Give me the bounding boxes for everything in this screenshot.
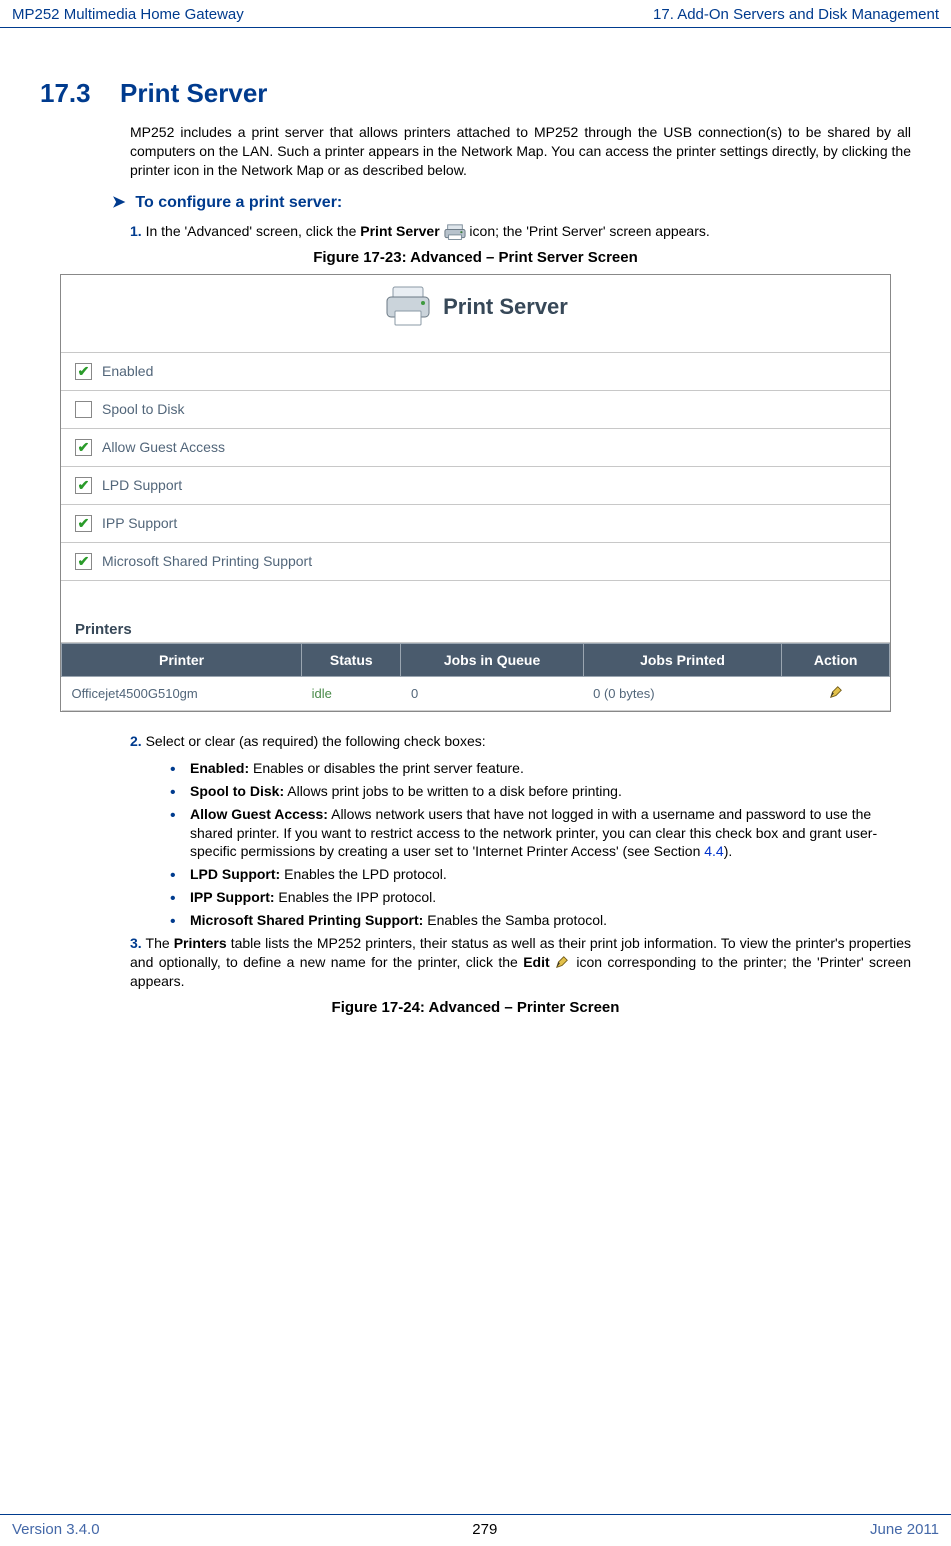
bullet-bold: Enabled:	[190, 760, 249, 776]
bullet-bold: IPP Support:	[190, 889, 275, 905]
procedure-heading: ➤To configure a print server:	[130, 192, 911, 212]
section-link[interactable]: 4.4	[704, 843, 723, 859]
section-title-text: Print Server	[120, 78, 267, 108]
chapter-title: 17. Add-On Servers and Disk Management	[653, 6, 939, 23]
step-1-text-after: icon; the 'Print Server' screen appears.	[469, 223, 709, 239]
step-number: 1.	[130, 223, 142, 239]
figure-caption-24: Figure 17-24: Advanced – Printer Screen	[40, 999, 911, 1016]
cell-status: idle	[302, 676, 401, 710]
intro-paragraph: MP252 includes a print server that allow…	[130, 123, 911, 180]
option-label: Spool to Disk	[102, 401, 184, 417]
cell-action	[782, 676, 890, 710]
printers-table: Printer Status Jobs in Queue Jobs Printe…	[61, 643, 890, 711]
step-3: 3. The Printers table lists the MP252 pr…	[130, 934, 911, 991]
panel-title: Print Server	[443, 294, 568, 320]
step-1-text-before: In the 'Advanced' screen, click the	[146, 223, 361, 239]
procedure-heading-text: To configure a print server:	[135, 194, 342, 211]
step-2-text: Select or clear (as required) the follow…	[146, 733, 486, 749]
option-lpd-support[interactable]: LPD Support	[61, 466, 890, 504]
option-ms-shared-printing[interactable]: Microsoft Shared Printing Support	[61, 542, 890, 581]
checkbox-guest[interactable]	[75, 439, 92, 456]
col-status: Status	[302, 643, 401, 676]
bullet-text: Enables or disables the print server fea…	[249, 760, 524, 776]
table-header-row: Printer Status Jobs in Queue Jobs Printe…	[62, 643, 890, 676]
page-header: MP252 Multimedia Home Gateway 17. Add-On…	[0, 0, 951, 28]
option-allow-guest-access[interactable]: Allow Guest Access	[61, 428, 890, 466]
figure-caption-23: Figure 17-23: Advanced – Print Server Sc…	[40, 249, 911, 266]
list-item: LPD Support: Enables the LPD protocol.	[170, 865, 911, 884]
option-spool-to-disk[interactable]: Spool to Disk	[61, 390, 890, 428]
printers-section-label: Printers	[61, 581, 890, 643]
edit-pencil-icon	[555, 955, 571, 971]
edit-icon[interactable]	[829, 687, 843, 702]
step-3-bold-1: Printers	[174, 935, 227, 951]
checkbox-spool[interactable]	[75, 401, 92, 418]
step-3-bold-2: Edit	[523, 954, 549, 970]
cell-jobs-in-queue: 0	[401, 676, 583, 710]
checkbox-msprint[interactable]	[75, 553, 92, 570]
print-server-icon	[444, 223, 466, 241]
bullet-tail: ).	[724, 843, 733, 859]
section-number: 17.3	[40, 78, 120, 109]
checkbox-enabled[interactable]	[75, 363, 92, 380]
bullet-bold: LPD Support:	[190, 866, 280, 882]
bullet-text: Allows print jobs to be written to a dis…	[284, 783, 622, 799]
list-item: IPP Support: Enables the IPP protocol.	[170, 888, 911, 907]
option-label: Enabled	[102, 363, 153, 379]
section-heading: 17.3Print Server	[40, 78, 911, 109]
col-jobs-printed: Jobs Printed	[583, 643, 782, 676]
panel-header: Print Server	[61, 275, 890, 352]
cell-printer-name: Officejet4500G510gm	[62, 676, 302, 710]
cell-jobs-printed: 0 (0 bytes)	[583, 676, 782, 710]
step-3-before: The	[146, 935, 174, 951]
option-label: Microsoft Shared Printing Support	[102, 553, 312, 569]
bullet-bold: Spool to Disk:	[190, 783, 284, 799]
footer-date: June 2011	[870, 1521, 939, 1538]
page-footer: Version 3.4.0 279 June 2011	[0, 1514, 951, 1546]
table-row: Officejet4500G510gm idle 0 0 (0 bytes)	[62, 676, 890, 710]
bullet-bold: Allow Guest Access:	[190, 806, 328, 822]
footer-page-number: 279	[472, 1521, 497, 1538]
bullet-text: Enables the IPP protocol.	[275, 889, 437, 905]
print-server-screenshot: Print Server Enabled Spool to Disk Allow…	[60, 274, 891, 712]
option-ipp-support[interactable]: IPP Support	[61, 504, 890, 542]
option-label: IPP Support	[102, 515, 177, 531]
footer-version: Version 3.4.0	[12, 1521, 100, 1538]
list-item: Allow Guest Access: Allows network users…	[170, 805, 911, 862]
bullet-text: Enables the Samba protocol.	[423, 912, 607, 928]
col-printer: Printer	[62, 643, 302, 676]
step-number: 3.	[130, 935, 142, 951]
list-item: Microsoft Shared Printing Support: Enabl…	[170, 911, 911, 930]
bullet-text: Enables the LPD protocol.	[280, 866, 447, 882]
col-jobs-queue: Jobs in Queue	[401, 643, 583, 676]
step-2-bullets: Enabled: Enables or disables the print s…	[170, 759, 911, 930]
doc-title: MP252 Multimedia Home Gateway	[12, 6, 244, 23]
option-label: LPD Support	[102, 477, 182, 493]
step-1-bold: Print Server	[360, 223, 439, 239]
step-2: 2. Select or clear (as required) the fol…	[130, 732, 911, 751]
option-enabled[interactable]: Enabled	[61, 352, 890, 390]
checkbox-lpd[interactable]	[75, 477, 92, 494]
chevron-right-icon: ➤	[112, 192, 125, 212]
bullet-bold: Microsoft Shared Printing Support:	[190, 912, 423, 928]
checkbox-ipp[interactable]	[75, 515, 92, 532]
printer-icon	[383, 285, 433, 329]
option-label: Allow Guest Access	[102, 439, 225, 455]
step-number: 2.	[130, 733, 142, 749]
step-1: 1. In the 'Advanced' screen, click the P…	[130, 222, 911, 241]
col-action: Action	[782, 643, 890, 676]
list-item: Spool to Disk: Allows print jobs to be w…	[170, 782, 911, 801]
list-item: Enabled: Enables or disables the print s…	[170, 759, 911, 778]
